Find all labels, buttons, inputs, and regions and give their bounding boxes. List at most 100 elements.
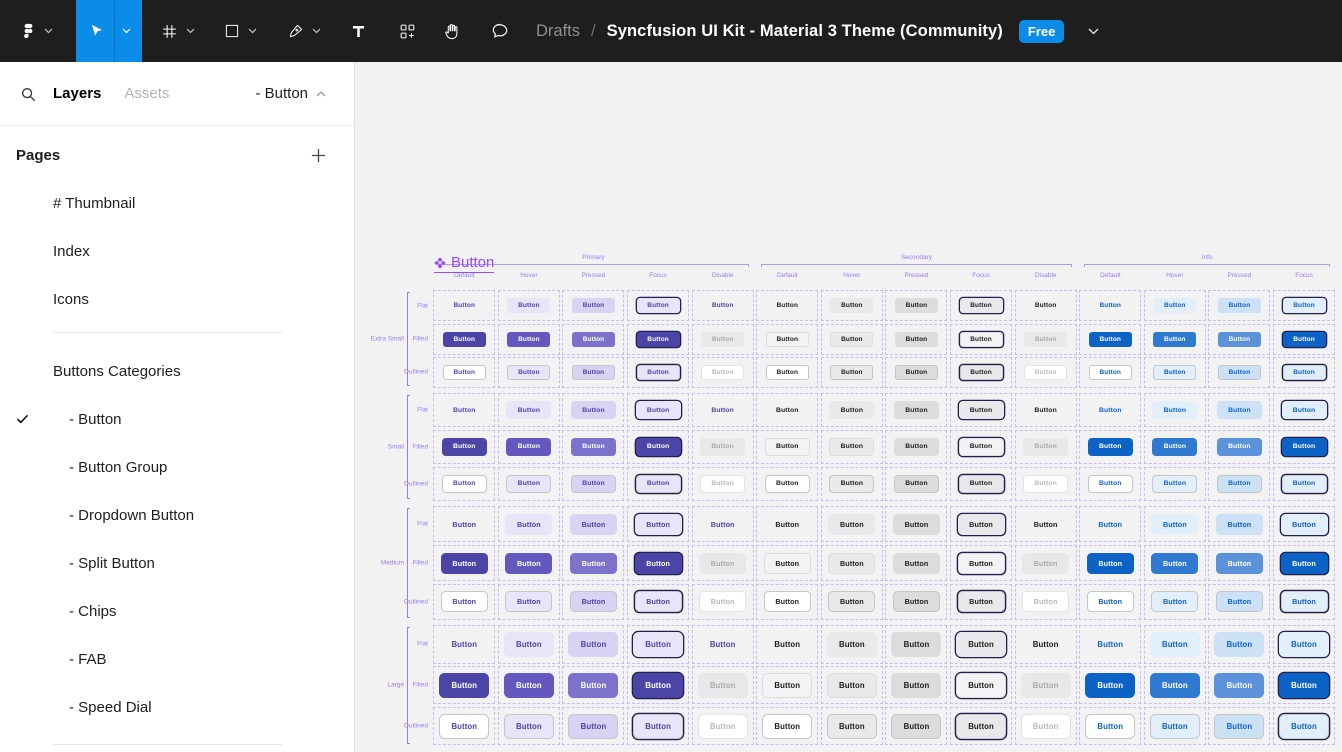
button-sample-primary-focus-flat[interactable]: Button	[635, 514, 682, 535]
button-sample-primary-default-outlined[interactable]: Button	[443, 365, 486, 380]
button-sample-secondary-pressed-filled[interactable]: Button	[893, 553, 940, 574]
button-sample-info-pressed-flat[interactable]: Button	[1217, 401, 1262, 419]
button-sample-secondary-disable-filled[interactable]: Button	[1021, 673, 1071, 698]
button-sample-primary-disable-flat[interactable]: Button	[700, 401, 745, 419]
button-sample-info-focus-filled[interactable]: Button	[1279, 673, 1329, 698]
button-sample-primary-default-filled[interactable]: Button	[441, 553, 488, 574]
button-sample-primary-hover-flat[interactable]: Button	[507, 298, 550, 313]
page-item-button-group[interactable]: - Button Group	[0, 443, 354, 491]
button-sample-primary-default-outlined[interactable]: Button	[441, 591, 488, 612]
button-sample-secondary-hover-filled[interactable]: Button	[828, 553, 875, 574]
button-sample-info-focus-filled[interactable]: Button	[1281, 553, 1328, 574]
button-sample-info-pressed-flat[interactable]: Button	[1218, 298, 1261, 313]
button-sample-info-hover-flat[interactable]: Button	[1151, 514, 1198, 535]
section-buttons-categories[interactable]: Buttons Categories	[0, 347, 354, 395]
button-sample-secondary-hover-filled[interactable]: Button	[827, 673, 877, 698]
button-sample-info-focus-flat[interactable]: Button	[1281, 514, 1328, 535]
button-sample-secondary-hover-filled[interactable]: Button	[830, 332, 873, 347]
button-sample-primary-focus-outlined[interactable]: Button	[633, 714, 683, 739]
button-sample-info-pressed-filled[interactable]: Button	[1216, 553, 1263, 574]
button-sample-primary-hover-flat[interactable]: Button	[505, 514, 552, 535]
button-sample-primary-focus-filled[interactable]: Button	[633, 673, 683, 698]
button-sample-secondary-hover-flat[interactable]: Button	[828, 514, 875, 535]
button-sample-info-pressed-flat[interactable]: Button	[1214, 632, 1264, 657]
button-sample-primary-pressed-filled[interactable]: Button	[570, 553, 617, 574]
button-sample-secondary-disable-filled[interactable]: Button	[1024, 332, 1067, 347]
add-page-icon[interactable]	[311, 148, 326, 163]
button-sample-info-hover-flat[interactable]: Button	[1153, 298, 1196, 313]
button-sample-info-default-outlined[interactable]: Button	[1085, 714, 1135, 739]
button-sample-info-pressed-filled[interactable]: Button	[1214, 673, 1264, 698]
chevron-down-icon[interactable]	[114, 0, 131, 62]
button-sample-secondary-pressed-outlined[interactable]: Button	[893, 591, 940, 612]
button-sample-primary-hover-flat[interactable]: Button	[504, 632, 554, 657]
button-sample-primary-disable-flat[interactable]: Button	[698, 632, 748, 657]
button-sample-info-focus-flat[interactable]: Button	[1282, 401, 1327, 419]
page-item-dropdown-button[interactable]: - Dropdown Button	[0, 491, 354, 539]
button-sample-info-default-filled[interactable]: Button	[1089, 332, 1132, 347]
button-sample-primary-disable-outlined[interactable]: Button	[700, 475, 745, 493]
button-sample-secondary-disable-outlined[interactable]: Button	[1024, 365, 1067, 380]
button-sample-secondary-disable-outlined[interactable]: Button	[1021, 714, 1071, 739]
button-sample-info-focus-flat[interactable]: Button	[1283, 298, 1326, 313]
chevron-down-icon[interactable]	[186, 28, 195, 34]
button-sample-primary-pressed-flat[interactable]: Button	[570, 514, 617, 535]
button-sample-primary-default-filled[interactable]: Button	[439, 673, 489, 698]
button-sample-primary-focus-filled[interactable]: Button	[637, 332, 680, 347]
search-icon[interactable]	[20, 86, 36, 102]
button-sample-secondary-pressed-flat[interactable]: Button	[895, 298, 938, 313]
tab-layers[interactable]: Layers	[53, 85, 101, 102]
button-sample-info-default-flat[interactable]: Button	[1085, 632, 1135, 657]
button-sample-secondary-hover-outlined[interactable]: Button	[828, 591, 875, 612]
button-sample-secondary-hover-filled[interactable]: Button	[829, 438, 874, 456]
file-menu-chevron-icon[interactable]	[1088, 28, 1099, 35]
button-sample-primary-hover-filled[interactable]: Button	[504, 673, 554, 698]
button-sample-info-pressed-outlined[interactable]: Button	[1216, 591, 1263, 612]
frame-tool-button[interactable]	[160, 0, 195, 62]
button-sample-secondary-focus-flat[interactable]: Button	[958, 514, 1005, 535]
button-sample-primary-default-flat[interactable]: Button	[443, 298, 486, 313]
button-sample-primary-default-outlined[interactable]: Button	[442, 475, 487, 493]
button-sample-info-pressed-flat[interactable]: Button	[1216, 514, 1263, 535]
button-sample-secondary-disable-flat[interactable]: Button	[1023, 401, 1068, 419]
button-sample-primary-hover-flat[interactable]: Button	[506, 401, 551, 419]
button-sample-secondary-disable-filled[interactable]: Button	[1023, 438, 1068, 456]
button-sample-primary-focus-flat[interactable]: Button	[637, 298, 680, 313]
button-sample-secondary-pressed-filled[interactable]: Button	[891, 673, 941, 698]
button-sample-primary-hover-outlined[interactable]: Button	[507, 365, 550, 380]
tab-assets[interactable]: Assets	[124, 85, 169, 102]
button-sample-primary-pressed-outlined[interactable]: Button	[571, 475, 616, 493]
button-sample-primary-pressed-outlined[interactable]: Button	[568, 714, 618, 739]
button-sample-primary-disable-flat[interactable]: Button	[699, 514, 746, 535]
button-sample-info-hover-outlined[interactable]: Button	[1150, 714, 1200, 739]
button-sample-info-focus-filled[interactable]: Button	[1283, 332, 1326, 347]
button-sample-secondary-default-flat[interactable]: Button	[766, 298, 809, 313]
button-sample-primary-default-filled[interactable]: Button	[442, 438, 487, 456]
button-sample-secondary-default-outlined[interactable]: Button	[762, 714, 812, 739]
frame-title[interactable]: Button	[434, 254, 494, 273]
button-sample-secondary-focus-filled[interactable]: Button	[958, 553, 1005, 574]
button-sample-primary-pressed-outlined[interactable]: Button	[570, 591, 617, 612]
button-sample-info-focus-filled[interactable]: Button	[1282, 438, 1327, 456]
button-sample-secondary-default-flat[interactable]: Button	[764, 514, 811, 535]
button-sample-info-pressed-outlined[interactable]: Button	[1217, 475, 1262, 493]
button-sample-primary-disable-flat[interactable]: Button	[701, 298, 744, 313]
page-item-button[interactable]: - Button	[0, 395, 354, 443]
button-sample-info-default-filled[interactable]: Button	[1085, 673, 1135, 698]
button-sample-secondary-focus-flat[interactable]: Button	[959, 401, 1004, 419]
button-sample-info-default-filled[interactable]: Button	[1088, 438, 1133, 456]
button-sample-info-default-flat[interactable]: Button	[1089, 298, 1132, 313]
page-item-split-button[interactable]: - Split Button	[0, 539, 354, 587]
button-sample-secondary-pressed-flat[interactable]: Button	[893, 514, 940, 535]
button-sample-primary-default-flat[interactable]: Button	[441, 514, 488, 535]
page-item-chips[interactable]: - Chips	[0, 587, 354, 635]
button-sample-primary-pressed-filled[interactable]: Button	[572, 332, 615, 347]
button-sample-secondary-focus-flat[interactable]: Button	[960, 298, 1003, 313]
button-sample-primary-pressed-flat[interactable]: Button	[571, 401, 616, 419]
button-sample-secondary-pressed-filled[interactable]: Button	[894, 438, 939, 456]
button-sample-secondary-focus-outlined[interactable]: Button	[960, 365, 1003, 380]
button-sample-secondary-hover-outlined[interactable]: Button	[827, 714, 877, 739]
button-sample-primary-disable-outlined[interactable]: Button	[699, 591, 746, 612]
button-sample-secondary-hover-outlined[interactable]: Button	[830, 365, 873, 380]
button-sample-primary-default-outlined[interactable]: Button	[439, 714, 489, 739]
